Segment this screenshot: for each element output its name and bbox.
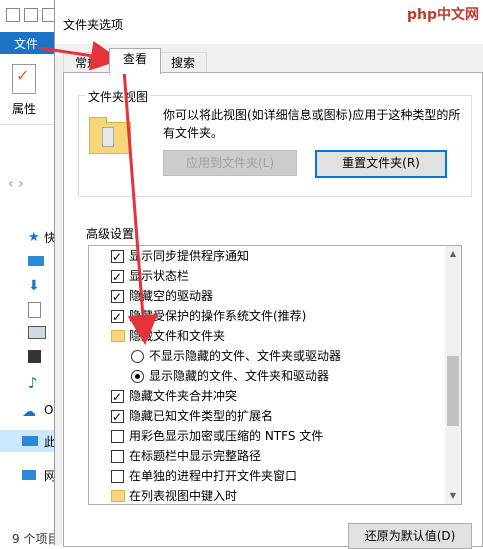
nav-onedrive-label: O [44,403,54,417]
nav-videos[interactable] [0,346,60,368]
scroll-thumb[interactable] [447,356,459,426]
folder-icon [89,117,131,154]
checkbox-status-bar[interactable] [111,267,124,287]
restore-defaults-button[interactable]: 还原为默认值(D) [348,523,472,549]
folder-view-group: 文件夹视图 你可以将此视图(如详细信息或图标)应用于这种类型的所 有文件夹。 应… [78,88,472,197]
list-item: 在列表视图中键入时 [89,486,445,504]
dialog-title-bar[interactable]: 文件夹选项 php中文网 [55,0,483,44]
desktop-icon [28,256,44,266]
nav-this-pc[interactable]: 此 [0,430,60,452]
qat-checkbox-icon[interactable] [6,8,20,22]
list-item[interactable]: 隐藏已知文件类型的扩展名 [89,406,445,427]
list-item-label: 隐藏文件夹合并冲突 [129,389,238,403]
list-item-label: 显示状态栏 [129,269,190,283]
nav-desktop[interactable] [0,250,60,272]
scroll-down-icon[interactable]: ▼ [445,488,461,504]
list-item-label: 不显示隐藏的文件、文件夹或驱动器 [149,349,342,363]
list-item[interactable]: 在单独的进程中打开文件夹窗口 [89,466,445,486]
nav-back-forward[interactable]: ‹ › [8,176,24,192]
list-item-label: 在列表视图中键入时 [129,489,238,503]
description-line-2: 有文件夹。 [163,126,224,140]
properties-icon[interactable] [12,64,36,94]
picture-icon [28,326,46,339]
explorer-window: 文件 属性 ‹ › ★ 快 ⬇ ♪ ☁ O 此 网 9 个项目 [0,0,60,546]
ribbon-tab-file[interactable]: 文件 [0,32,60,54]
list-item-label: 在标题栏中显示完整路径 [129,449,262,463]
description-line-1: 你可以将此视图(如详细信息或图标)应用于这种类型的所 [163,108,461,122]
list-item[interactable]: 不显示隐藏的文件、文件夹或驱动器 [89,346,445,366]
tab-view[interactable]: 查看 [109,48,161,74]
tab-general[interactable]: 常规 [63,52,111,73]
list-item: 隐藏文件和文件夹 [89,326,445,346]
advanced-settings-title: 高级设置: [86,227,139,241]
dialog-title: 文件夹选项 [63,18,124,32]
view-tab-panel: 文件夹视图 你可以将此视图(如详细信息或图标)应用于这种类型的所 有文件夹。 应… [63,72,483,549]
list-item-label: 在单独的进程中打开文件夹窗口 [129,469,298,483]
list-item[interactable]: 用彩色显示加密或压缩的 NTFS 文件 [89,426,445,446]
watermark-logo: php中文网 [407,7,480,23]
list-item[interactable]: 在标题栏中显示完整路径 [89,446,445,466]
advanced-settings-list[interactable]: 显示同步提供程序通知 显示状态栏 隐藏空的驱动器 隐藏受保护的操作系统文件(推荐… [88,245,462,505]
folder-options-dialog: 文件夹选项 php中文网 常规 查看 搜索 文件夹视图 你可以将此视图(如详细信… [54,0,483,549]
list-item[interactable]: 显示状态栏 [89,266,445,287]
star-icon: ★ [28,230,40,245]
nav-documents[interactable] [0,298,60,320]
folder-icon [111,490,125,502]
nav-downloads[interactable]: ⬇ [0,274,60,296]
folder-icon [111,330,125,342]
cloud-icon: ☁ [22,404,36,420]
checkbox-color-ntfs[interactable] [111,430,124,443]
folder-view-title: 文件夹视图 [85,88,152,105]
nav-network[interactable]: 网 [0,464,60,486]
radio-dont-show-hidden[interactable] [131,350,144,363]
video-icon [28,350,41,363]
scroll-up-icon[interactable]: ▲ [445,246,461,262]
list-item[interactable]: 隐藏空的驱动器 [89,286,445,307]
status-bar-count: 9 个项目 [12,532,60,546]
nav-quick-access[interactable]: ★ 快 [0,226,60,248]
checkbox-sync-notifications[interactable] [111,247,124,267]
list-scrollbar[interactable]: ▲ ▼ [445,246,461,504]
list-item-label: 隐藏空的驱动器 [129,289,214,303]
download-icon: ⬇ [28,278,40,294]
nav-onedrive[interactable]: ☁ O [0,400,60,422]
folder-view-description: 你可以将此视图(如详细信息或图标)应用于这种类型的所 有文件夹。 [163,106,463,142]
music-icon: ♪ [28,374,38,392]
list-item-label: 用彩色显示加密或压缩的 NTFS 文件 [129,429,324,443]
list-item-label: 显示隐藏的文件、文件夹和驱动器 [149,369,330,383]
list-item-label: 隐藏文件和文件夹 [129,329,226,343]
computer-icon [22,436,38,446]
tab-search[interactable]: 搜索 [159,52,207,73]
nav-pictures[interactable] [0,322,60,344]
radio-show-hidden[interactable] [131,370,144,383]
checkbox-hide-extensions[interactable] [111,407,124,427]
apply-to-folders-button[interactable]: 应用到文件夹(L) [163,150,297,176]
checkbox-hide-merge-conflicts[interactable] [111,387,124,407]
list-item-label: 隐藏受保护的操作系统文件(推荐) [129,309,307,323]
checkbox-separate-process[interactable] [111,470,124,483]
quick-access-toolbar [0,0,60,32]
list-item-label: 隐藏已知文件类型的扩展名 [129,409,274,423]
list-item[interactable]: 显示同步提供程序通知 [89,246,445,267]
properties-label[interactable]: 属性 [12,100,36,117]
qat-properties-icon[interactable] [24,8,38,22]
checkbox-hide-protected-files[interactable] [111,307,124,327]
document-icon [28,302,41,318]
list-item[interactable]: 隐藏文件夹合并冲突 [89,386,445,407]
checkbox-full-path-title[interactable] [111,450,124,463]
list-item[interactable]: 显示隐藏的文件、文件夹和驱动器 [89,366,445,386]
ribbon-panel: 属性 [0,54,60,125]
checkbox-hide-empty-drives[interactable] [111,287,124,307]
list-item-label: 显示同步提供程序通知 [129,249,250,263]
ribbon-tab-file-label: 文件 [14,37,39,51]
network-icon [22,470,36,480]
list-item[interactable]: 隐藏受保护的操作系统文件(推荐) [89,306,445,327]
nav-music[interactable]: ♪ [0,370,60,392]
reset-folders-button[interactable]: 重置文件夹(R) [315,150,447,178]
